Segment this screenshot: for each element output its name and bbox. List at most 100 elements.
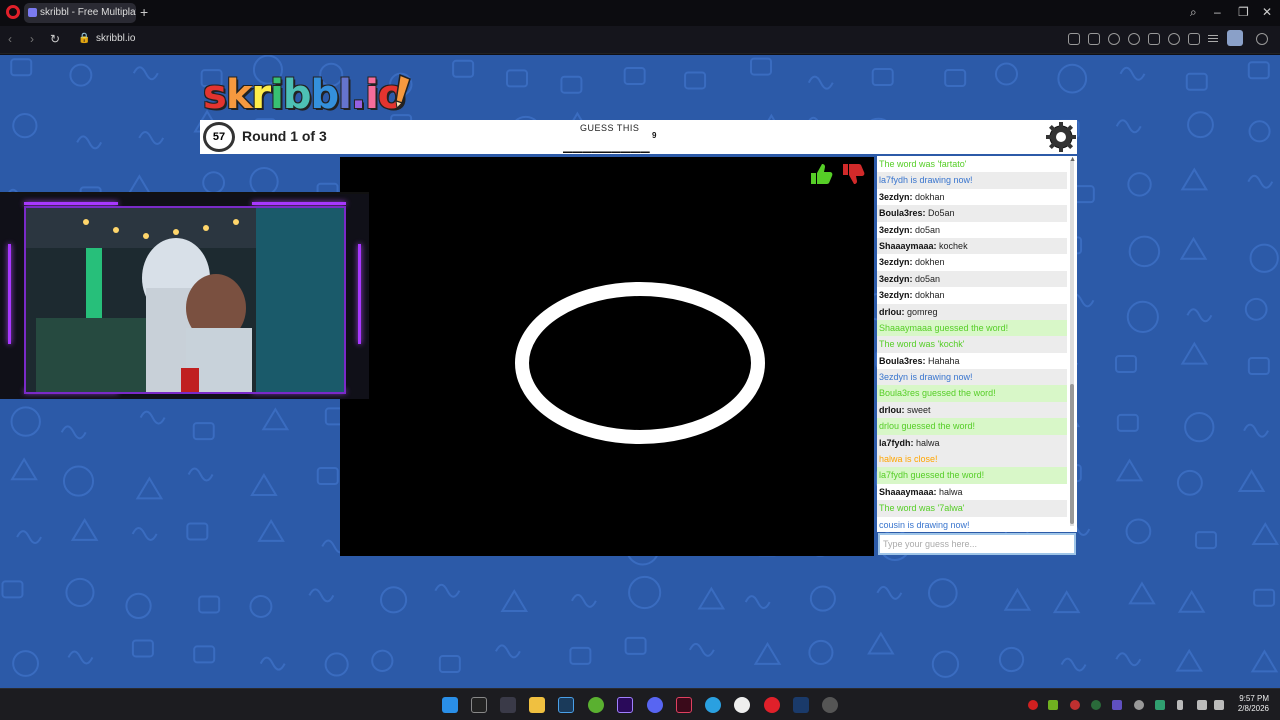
microphone-icon[interactable] [1177,700,1183,710]
opera-taskbar-icon[interactable] [764,697,780,713]
guess-input[interactable] [878,533,1076,555]
doodle-shape [10,406,41,437]
neon-bar [8,244,11,344]
clock[interactable]: 9:57 PM 2/8/2026 [1233,694,1269,714]
doodle-shape [571,593,597,608]
search-icon[interactable]: ⌕ [1190,5,1197,19]
tray-icon[interactable] [1070,700,1080,710]
doodle-shape [438,655,461,674]
doodle-shape [12,113,38,139]
file-explorer-icon[interactable] [529,697,545,713]
doodle-shape [1251,522,1280,546]
doodle-shape [1177,589,1206,613]
doodle-shape [809,585,836,612]
lightroom-icon[interactable] [558,697,574,713]
doodle-shape [192,422,215,441]
windows-start-icon[interactable] [442,697,458,713]
discord-icon[interactable] [647,697,663,713]
tray-icon[interactable] [1028,700,1038,710]
chat-message: Boula3res guessed the word! [877,385,1067,402]
epic-games-icon[interactable] [471,697,487,713]
doodle-shape [187,467,214,482]
chat-text: do5an [912,224,941,235]
skribbl-logo: skribbl.io [203,72,405,118]
doodle-shape [998,646,1025,673]
logo-letter: k [225,72,253,118]
telegram-icon[interactable] [705,697,721,713]
opera-logo-icon[interactable] [6,5,20,19]
settings-tray-icon[interactable] [1134,700,1144,710]
app-icon[interactable] [822,697,838,713]
obs-icon[interactable] [734,697,750,713]
camera-icon[interactable] [1088,33,1100,45]
edit-icon[interactable] [1068,33,1080,45]
security-icon[interactable] [1155,700,1165,710]
doodle-shape [135,476,164,500]
chat-username: Shaaaymaaa: [879,486,937,497]
lock-icon[interactable]: 🔒 [78,33,90,44]
reload-icon[interactable]: ↻ [50,32,60,46]
forward-icon[interactable]: › [30,32,34,46]
chat-scrollbar-thumb[interactable] [1070,384,1074,524]
browser-tab[interactable]: skribbl - Free Multiplayer [24,3,136,23]
chat-message: 3ezdyn is drawing now! [877,369,1067,386]
doodle-shape [1253,588,1276,607]
thumbs-down-icon[interactable] [840,161,866,187]
steam-icon[interactable] [793,697,809,713]
chat-text: halwa [936,486,963,497]
new-tab-button[interactable]: + [140,5,150,19]
doodle-shape [931,650,960,678]
doodle-shape [198,595,221,614]
doodle-shape [697,586,726,610]
tray-icon[interactable] [1091,700,1101,710]
close-icon[interactable]: ✕ [1262,5,1272,19]
chat-message: Shaaaymaaa: kochek [877,237,1067,255]
profile-avatar[interactable] [1227,30,1243,46]
chat-message: cousin is drawing now! [879,519,970,530]
doodle-shape [623,66,646,85]
maximize-icon[interactable]: ❐ [1238,5,1249,19]
doodle-shape [1127,172,1152,197]
nvidia-icon[interactable] [1048,700,1058,710]
url-field[interactable]: skribbl.io [96,33,135,44]
back-icon[interactable]: ‹ [8,32,12,46]
settings-gear-icon[interactable] [1046,122,1076,152]
network-icon[interactable] [1197,700,1207,710]
xbox-icon[interactable] [588,697,604,713]
doodle-shape [1119,66,1146,81]
doodle-shape [1180,167,1209,191]
menu-icon[interactable] [1208,33,1220,45]
webcam-video [24,206,346,394]
doodle-shape [624,636,647,655]
app-icon[interactable] [500,697,516,713]
doodle-shape [1126,300,1159,333]
doodle-shape [1115,652,1142,667]
chat-panel[interactable]: The word was 'fartato' la7fydh is drawing… [877,156,1077,532]
doodle-shape [628,575,662,610]
favicon-icon [28,8,37,17]
play-icon[interactable] [1148,33,1160,45]
app-icon[interactable] [676,697,692,713]
doodle-shape [380,586,408,614]
doodle-shape [1116,413,1139,432]
doodle-shape [1247,61,1270,80]
minimize-icon[interactable]: – [1214,5,1221,19]
doodle-shape [131,639,154,658]
chat-username: 3ezdyn: [879,257,913,268]
volume-icon[interactable] [1214,700,1224,710]
doodle-shape [927,578,958,608]
tray-icon[interactable] [1112,700,1122,710]
heart-icon[interactable] [1168,33,1180,45]
premiere-icon[interactable] [617,697,633,713]
drawing-canvas[interactable] [340,157,874,556]
doodle-shape [76,135,103,150]
vpn-icon[interactable] [1128,33,1140,45]
doodle-shape [371,649,394,672]
shield-icon[interactable] [1108,33,1120,45]
download-icon[interactable] [1188,33,1200,45]
thumbs-up-icon[interactable] [808,161,834,187]
doodle-shape [132,66,159,81]
scroll-up-icon[interactable]: ▲ [1069,156,1076,163]
tab-title: skribbl - Free Multiplayer [40,7,136,18]
extensions-icon[interactable] [1256,33,1268,45]
